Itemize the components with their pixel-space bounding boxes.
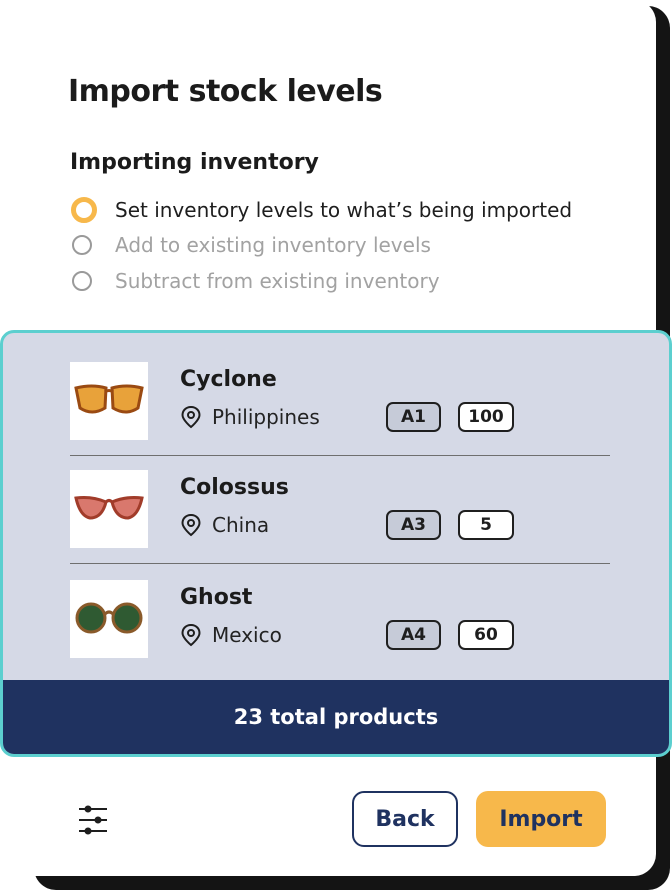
location-pin-icon	[181, 513, 201, 537]
bin-badge: A3	[386, 510, 441, 540]
sunglasses-icon	[74, 384, 144, 414]
product-row[interactable]: Cyclone Philippines A1 100	[70, 362, 607, 442]
quantity-badge: 100	[458, 402, 514, 432]
product-row[interactable]: Colossus China A3 5	[70, 470, 607, 550]
product-name: Ghost	[180, 585, 253, 610]
option-label: Set inventory levels to what’s being imp…	[115, 198, 573, 222]
product-image	[70, 470, 148, 548]
product-location: Philippines	[180, 404, 320, 430]
location-text: Mexico	[212, 623, 282, 647]
sunglasses-icon	[75, 602, 143, 634]
option-add-levels[interactable]: Add to existing inventory levels	[72, 231, 431, 259]
option-label: Add to existing inventory levels	[115, 233, 431, 257]
total-products-bar: 23 total products	[3, 680, 669, 754]
product-name: Colossus	[180, 475, 289, 500]
bin-badge: A1	[386, 402, 441, 432]
product-row[interactable]: Ghost Mexico A4 60	[70, 580, 607, 660]
product-name: Cyclone	[180, 367, 277, 392]
product-image	[70, 362, 148, 440]
filter-settings-button[interactable]	[76, 803, 110, 837]
dialog-title: Import stock levels	[68, 74, 383, 109]
quantity-badge: 60	[458, 620, 514, 650]
location-pin-icon	[181, 623, 201, 647]
radio-unselected[interactable]	[72, 235, 92, 255]
quantity-badge: 5	[458, 510, 514, 540]
sunglasses-icon	[74, 496, 144, 520]
product-location: China	[180, 512, 269, 538]
location-text: China	[212, 513, 270, 537]
location-pin-icon	[181, 405, 201, 429]
option-label: Subtract from existing inventory	[115, 269, 440, 293]
product-image	[70, 580, 148, 658]
location-text: Philippines	[212, 405, 320, 429]
section-title: Importing inventory	[70, 150, 319, 175]
product-location: Mexico	[180, 622, 282, 648]
import-button[interactable]: Import	[476, 791, 606, 847]
back-button[interactable]: Back	[352, 791, 458, 847]
option-set-levels[interactable]: Set inventory levels to what’s being imp…	[71, 196, 573, 224]
radio-unselected[interactable]	[72, 271, 92, 291]
row-divider	[70, 455, 610, 456]
option-subtract-levels[interactable]: Subtract from existing inventory	[72, 267, 440, 295]
product-list-panel: Cyclone Philippines A1 100 Colossus Chin…	[0, 330, 672, 757]
sliders-icon	[79, 805, 107, 835]
bin-badge: A4	[386, 620, 441, 650]
radio-selected[interactable]	[71, 197, 97, 223]
row-divider	[70, 563, 610, 564]
